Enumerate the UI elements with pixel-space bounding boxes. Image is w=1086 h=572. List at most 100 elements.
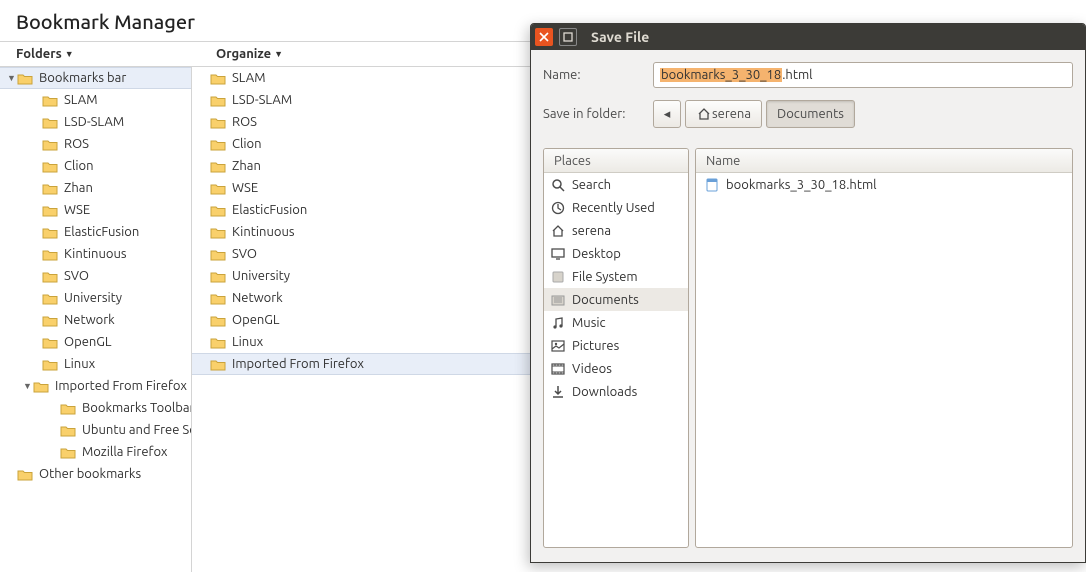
places-header: Places [544,149,688,173]
desktop-icon [550,247,566,261]
tree-item-imported[interactable]: ▼ Imported From Firefox [0,375,191,397]
tree-item[interactable]: Ubuntu and Free Soft [0,419,191,441]
folder-icon [60,402,76,415]
tree-item-label: SVO [64,269,89,283]
disk-icon [550,270,566,284]
path-segment-home[interactable]: serena [685,100,762,128]
folder-icon [42,336,58,349]
tree-item[interactable]: Network [0,309,191,331]
path-segment-current[interactable]: Documents [766,100,855,128]
tree-item[interactable]: University [0,287,191,309]
place-item-desktop[interactable]: Desktop [544,242,688,265]
place-item-recently-used[interactable]: Recently Used [544,196,688,219]
home-icon [550,224,566,238]
place-item-downloads[interactable]: Downloads [544,380,688,403]
place-item-documents[interactable]: Documents [544,288,688,311]
tree-item[interactable]: Bookmarks Toolbar [0,397,191,419]
folders-menu[interactable]: Folders ▼ [0,47,192,61]
organize-menu[interactable]: Organize ▼ [192,47,384,61]
tree-item[interactable]: OpenGL [0,331,191,353]
tree-item-label: SLAM [64,93,98,107]
tree-item[interactable]: Linux [0,353,191,375]
tree-item[interactable]: SVO [0,265,191,287]
back-icon: ◂ [664,107,671,122]
path-back-button[interactable]: ◂ [653,100,681,128]
tree-item-label: OpenGL [64,335,112,349]
tree-item-label: ElasticFusion [64,225,139,239]
home-icon [696,107,712,121]
folder-icon [42,292,58,305]
folder-icon [42,116,58,129]
save-file-dialog: Save File Name: bookmarks_3_30_18.html S… [530,23,1086,563]
path-segment-label: Documents [777,107,844,121]
list-item-label: OpenGL [232,313,280,327]
list-item-label: SVO [232,247,257,261]
filename-input[interactable]: bookmarks_3_30_18.html [653,62,1073,88]
close-button[interactable] [535,28,553,46]
list-item-label: University [232,269,290,283]
list-item-label: ElasticFusion [232,203,307,217]
place-item-label: Desktop [572,247,621,261]
list-item-label: Clion [232,137,262,151]
file-item[interactable]: bookmarks_3_30_18.html [696,173,1072,196]
list-item-label: Imported From Firefox [232,357,364,371]
organize-menu-label: Organize [216,47,271,61]
tree-item[interactable]: Kintinuous [0,243,191,265]
folders-menu-label: Folders [16,47,62,61]
folder-icon [42,204,58,217]
place-item-music[interactable]: Music [544,311,688,334]
folder-icon [210,292,226,305]
expander-icon[interactable]: ▼ [6,73,17,83]
place-item-serena[interactable]: serena [544,219,688,242]
chevron-down-icon: ▼ [65,49,74,59]
tree-item-label: Linux [64,357,95,371]
expander-icon[interactable]: ▼ [22,381,33,391]
tree-item[interactable]: Clion [0,155,191,177]
tree-item-bookmarks-bar[interactable]: ▼ Bookmarks bar [0,67,191,89]
close-icon [539,32,549,42]
list-item-label: Linux [232,335,263,349]
tree-item[interactable]: Mozilla Firefox [0,441,191,463]
folder-icon [42,94,58,107]
place-item-label: Pictures [572,339,619,353]
tree-item-label: WSE [64,203,90,217]
place-item-label: Recently Used [572,201,655,215]
clock-icon [550,201,566,215]
folder-icon [17,72,33,85]
tree-item-label: Ubuntu and Free Soft [82,423,192,437]
place-item-label: serena [572,224,611,238]
place-item-label: Music [572,316,606,330]
place-item-videos[interactable]: Videos [544,357,688,380]
tree-item-other-bookmarks[interactable]: Other bookmarks [0,463,191,485]
folder-icon [17,468,33,481]
maximize-button[interactable] [559,28,577,46]
files-header[interactable]: Name [696,149,1072,173]
tree-item[interactable]: SLAM [0,89,191,111]
place-item-pictures[interactable]: Pictures [544,334,688,357]
tree-item-label: University [64,291,122,305]
tree-item[interactable]: ElasticFusion [0,221,191,243]
list-item-label: ROS [232,115,257,129]
pictures-icon [550,339,566,353]
folders-tree: ▼ Bookmarks bar SLAM LSD-SLAMROSClionZhan… [0,67,192,572]
tree-item[interactable]: ROS [0,133,191,155]
folder-icon [42,160,58,173]
folder-icon [210,314,226,327]
tree-item[interactable]: LSD-SLAM [0,111,191,133]
list-item-label: LSD-SLAM [232,93,292,107]
folder-icon [210,138,226,151]
tree-item-label: Other bookmarks [39,467,141,481]
path-segment-label: serena [712,107,751,121]
folder-icon [33,380,49,393]
name-label: Name: [543,68,653,82]
tree-item[interactable]: WSE [0,199,191,221]
place-item-label: Search [572,178,611,192]
save-in-folder-label: Save in folder: [543,107,653,121]
place-item-label: Documents [572,293,639,307]
place-item-file-system[interactable]: File System [544,265,688,288]
place-item-search[interactable]: Search [544,173,688,196]
folder-icon [210,204,226,217]
file-icon [704,178,720,192]
dialog-titlebar[interactable]: Save File [531,24,1085,50]
tree-item[interactable]: Zhan [0,177,191,199]
